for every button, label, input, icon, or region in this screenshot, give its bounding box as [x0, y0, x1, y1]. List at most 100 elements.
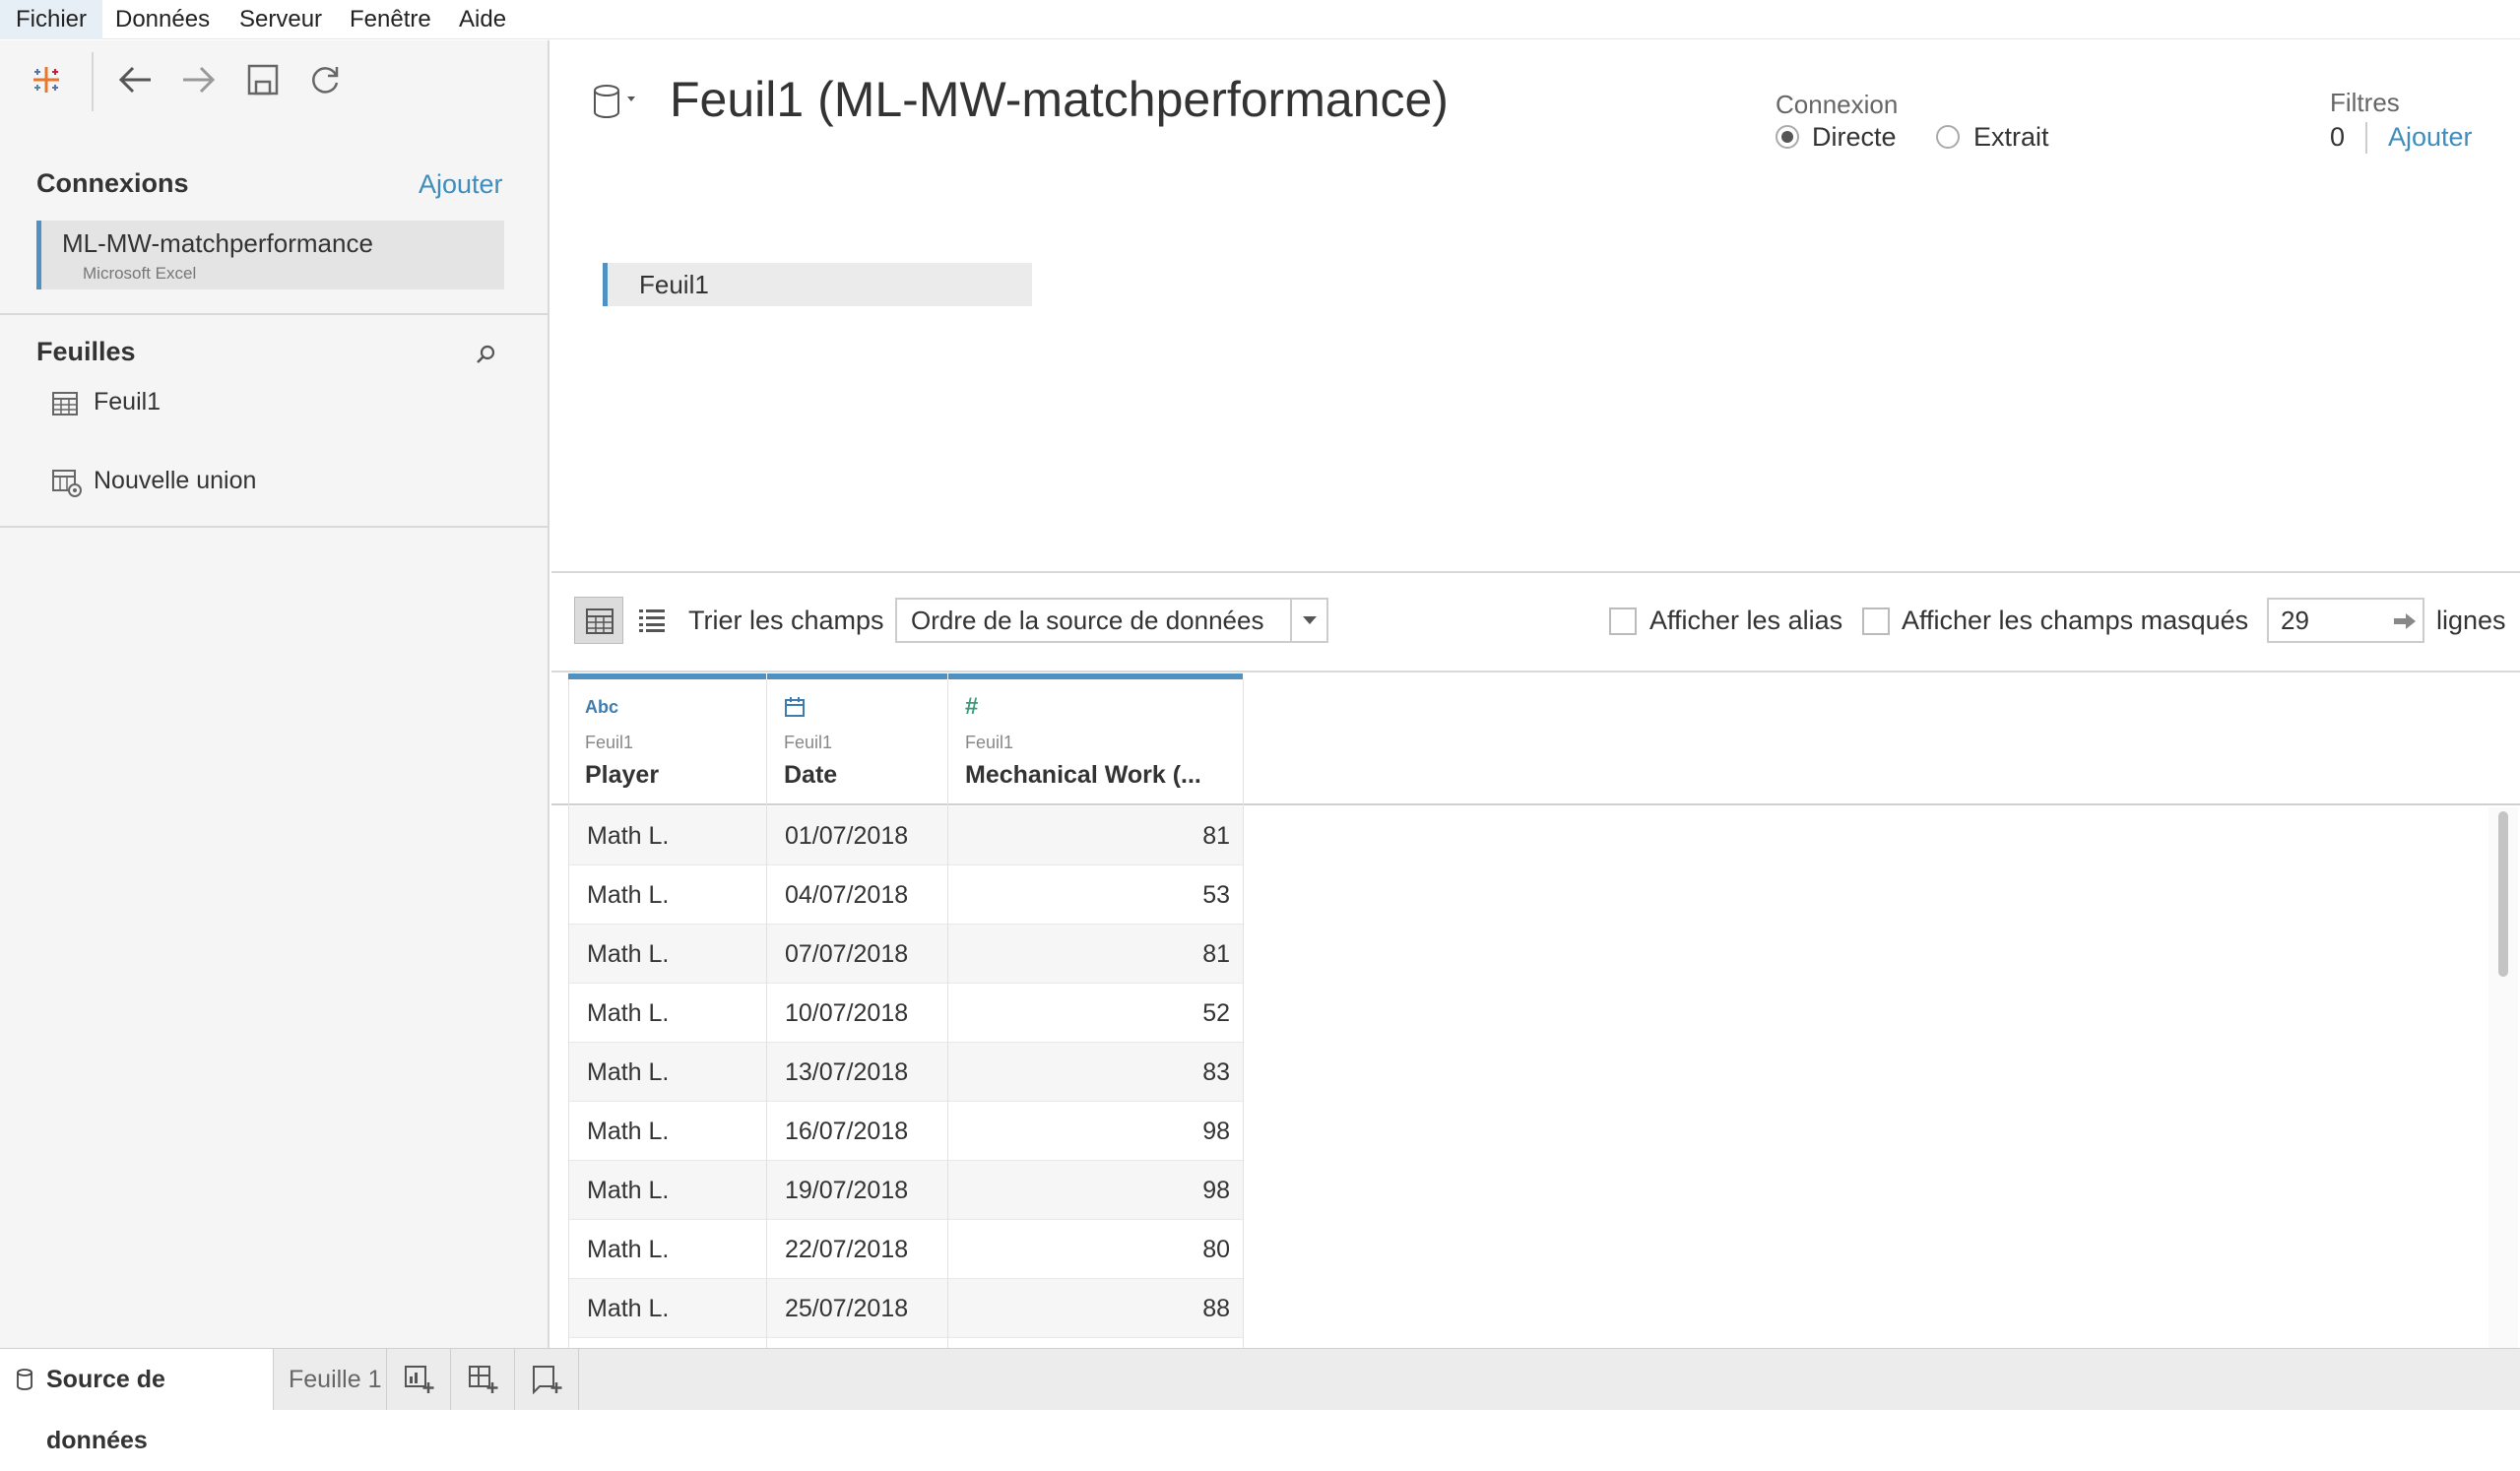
- union-icon: [52, 470, 82, 502]
- tab-feuille-1-label: Feuille 1: [289, 1366, 382, 1393]
- cell-mw: 81: [1202, 940, 1230, 968]
- sidebar-divider-2: [0, 526, 548, 528]
- left-panel: Connexions Ajouter ML-MW-matchperformanc…: [0, 40, 549, 1348]
- add-filter-link[interactable]: Ajouter: [2388, 122, 2473, 153]
- menu-donnees[interactable]: Données: [99, 0, 226, 39]
- rows-input[interactable]: 29: [2267, 598, 2424, 643]
- menu-fichier[interactable]: Fichier: [0, 0, 103, 39]
- dropdown-separator: [1290, 600, 1292, 641]
- sheet-item-feuil1[interactable]: Feuil1: [36, 384, 529, 423]
- list-view-icon[interactable]: [638, 608, 666, 638]
- new-story-button[interactable]: [516, 1349, 579, 1410]
- connections-title: Connexions: [36, 168, 189, 198]
- table-row[interactable]: Math L. 10/07/2018 52: [568, 984, 1243, 1043]
- tab-data-source[interactable]: Source de données: [0, 1349, 274, 1454]
- cell-mw: 81: [1202, 822, 1230, 850]
- cell-mw: 98: [1202, 1177, 1230, 1204]
- back-arrow-icon[interactable]: [113, 58, 157, 101]
- grid-view-toggle[interactable]: [574, 597, 623, 644]
- refresh-icon[interactable]: [303, 58, 347, 101]
- table-row[interactable]: Math L. 13/07/2018 83: [568, 1043, 1243, 1102]
- vertical-scrollbar[interactable]: [2488, 807, 2518, 1348]
- menu-fenetre[interactable]: Fenêtre: [334, 0, 447, 39]
- cell-mw: 53: [1202, 881, 1230, 909]
- arrow-right-icon[interactable]: [2393, 611, 2417, 631]
- sort-fields-value: Ordre de la source de données: [911, 606, 1264, 635]
- menu-aide[interactable]: Aide: [443, 0, 522, 39]
- grid-view-icon: [586, 608, 614, 634]
- grid-divider-mid: [551, 671, 2520, 672]
- cell-player: Math L.: [587, 1118, 670, 1145]
- column-header-player[interactable]: Abc Feuil1 Player: [585, 695, 758, 794]
- new-union-item[interactable]: Nouvelle union: [36, 463, 529, 502]
- sidebar-divider: [0, 313, 548, 315]
- menu-serveur[interactable]: Serveur: [224, 0, 338, 39]
- page-title[interactable]: Feuil1 (ML-MW-matchperformance): [670, 71, 1449, 128]
- cell-date: 10/07/2018: [785, 999, 909, 1027]
- datasource-cylinder-icon[interactable]: [591, 83, 640, 127]
- number-type-icon[interactable]: #: [965, 693, 978, 721]
- cell-date: 22/07/2018: [785, 1236, 909, 1263]
- table-row[interactable]: Math L. 04/07/2018 53: [568, 865, 1243, 925]
- new-union-label: Nouvelle union: [94, 467, 257, 494]
- filters-separator: [2365, 122, 2367, 154]
- save-icon[interactable]: [241, 58, 285, 101]
- table-row[interactable]: Math L. 25/07/2018 88: [568, 1279, 1243, 1338]
- new-worksheet-icon: [405, 1366, 434, 1393]
- sheet-table-icon: [52, 392, 78, 420]
- cell-player: Math L.: [587, 1236, 670, 1263]
- scrollbar-thumb[interactable]: [2498, 811, 2508, 977]
- cell-date: 01/07/2018: [785, 822, 909, 850]
- sheet-item-label: Feuil1: [94, 388, 162, 416]
- cell-mw: 80: [1202, 1236, 1230, 1263]
- cell-player: Math L.: [587, 1295, 670, 1322]
- tab-feuille-1[interactable]: Feuille 1: [275, 1349, 387, 1410]
- sort-fields-label: Trier les champs: [688, 606, 884, 635]
- sort-fields-dropdown[interactable]: Ordre de la source de données: [895, 598, 1328, 643]
- radio-extrait[interactable]: [1936, 125, 1960, 149]
- new-dashboard-icon: [469, 1366, 498, 1393]
- show-aliases-checkbox[interactable]: [1609, 608, 1637, 635]
- search-icon[interactable]: [473, 342, 498, 372]
- string-type-icon[interactable]: Abc: [585, 697, 618, 718]
- add-connection-link[interactable]: Ajouter: [419, 169, 503, 200]
- connection-item[interactable]: ML-MW-matchperformance Microsoft Excel: [36, 221, 504, 289]
- table-row[interactable]: Math L. 07/07/2018 81: [568, 925, 1243, 984]
- radio-extrait-label[interactable]: Extrait: [1973, 122, 2049, 153]
- column-separator: [568, 679, 569, 1348]
- column-header-mechanical-work[interactable]: # Feuil1 Mechanical Work (...: [965, 693, 1231, 794]
- show-aliases-label[interactable]: Afficher les alias: [1649, 606, 1842, 636]
- forward-arrow-icon[interactable]: [177, 58, 221, 101]
- show-hidden-checkbox[interactable]: [1862, 608, 1890, 635]
- table-row[interactable]: Math L. 16/07/2018 98: [568, 1102, 1243, 1161]
- filters-label: Filtres: [2330, 88, 2400, 117]
- bottom-tab-bar: Source de données Feuille 1: [0, 1348, 2520, 1454]
- column-separator: [1243, 679, 1244, 1348]
- col-highlight-mw: [948, 673, 1243, 679]
- connection-name: ML-MW-matchperformance: [62, 228, 373, 258]
- cell-date: 19/07/2018: [785, 1177, 909, 1204]
- table-row[interactable]: Math L. 22/07/2018 80: [568, 1220, 1243, 1279]
- new-worksheet-button[interactable]: [388, 1349, 451, 1410]
- sheets-title: Feuilles: [36, 337, 136, 366]
- table-row[interactable]: Math L. 01/07/2018 81: [568, 806, 1243, 865]
- cell-player: Math L.: [587, 999, 670, 1027]
- new-dashboard-button[interactable]: [452, 1349, 515, 1410]
- cell-player: Math L.: [587, 1177, 670, 1204]
- show-hidden-label[interactable]: Afficher les champs masqués: [1902, 606, 2248, 636]
- tableau-logo-icon[interactable]: [25, 58, 68, 101]
- radio-directe[interactable]: [1776, 125, 1799, 149]
- column-source: Feuil1: [585, 733, 634, 752]
- canvas-table-pill[interactable]: Feuil1: [603, 263, 1032, 306]
- column-name: Player: [585, 761, 660, 789]
- radio-directe-label[interactable]: Directe: [1812, 122, 1897, 153]
- cell-mw: 98: [1202, 1118, 1230, 1145]
- cell-mw: 88: [1202, 1295, 1230, 1322]
- header-bottom-border: [551, 803, 2520, 805]
- table-row[interactable]: Math L. 19/07/2018 98: [568, 1161, 1243, 1220]
- col-highlight-player: [568, 673, 766, 679]
- column-header-date[interactable]: Feuil1 Date: [784, 695, 941, 794]
- calendar-icon[interactable]: [784, 696, 806, 718]
- cell-player: Math L.: [587, 881, 670, 909]
- canvas-table-label: Feuil1: [639, 270, 709, 299]
